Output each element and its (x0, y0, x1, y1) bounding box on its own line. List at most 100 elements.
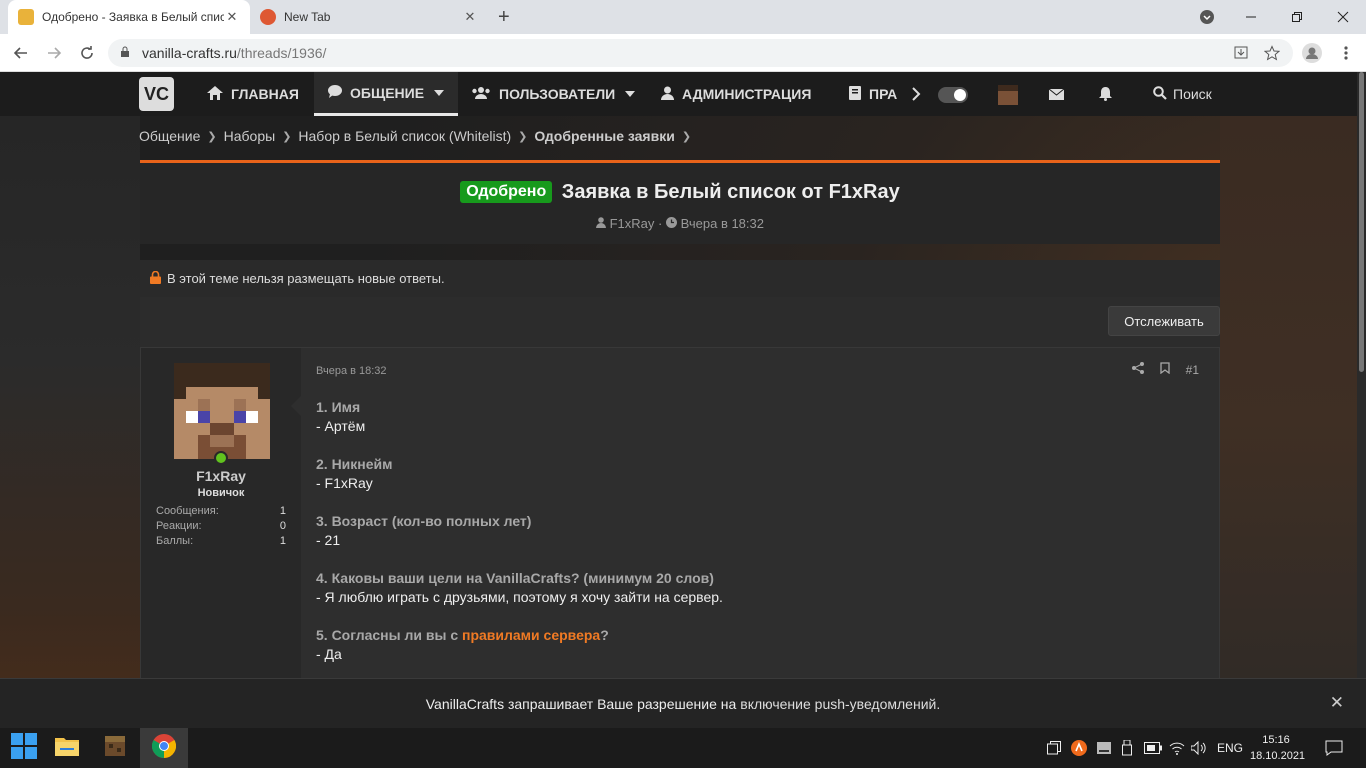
scrollbar-thumb[interactable] (1359, 72, 1364, 372)
clock-icon (666, 216, 681, 231)
question-block: 4. Каковы ваши цели на VanillaCrafts? (м… (316, 569, 1196, 607)
nav-item-home[interactable]: Главная (207, 72, 299, 116)
new-tab-button[interactable]: + (498, 6, 510, 29)
volume-icon[interactable] (1191, 728, 1207, 768)
nav-item-forums[interactable]: Общение (314, 72, 459, 116)
user-stat-label: Баллы: (156, 535, 194, 547)
nav-scroll-right-icon[interactable] (912, 72, 921, 116)
site-logo[interactable]: VC (139, 77, 174, 111)
wifi-icon[interactable] (1169, 728, 1185, 768)
share-icon[interactable] (1131, 362, 1144, 377)
browser-toolbar: vanilla-crafts.ru/threads/1936/ (0, 34, 1366, 72)
server-rules-link[interactable]: правилами сервера (462, 627, 600, 643)
avatar-pixel (198, 423, 210, 435)
restore-icon[interactable] (1274, 0, 1320, 34)
user-avatar-icon[interactable] (998, 85, 1018, 105)
nav-item-members[interactable]: Пользователи (471, 72, 636, 116)
breadcrumb-item[interactable]: Одобренные заявки (534, 128, 674, 144)
question: 5. Согласны ли вы с правилами сервера? (316, 626, 1196, 645)
tab-close-icon[interactable]: ✕ (224, 9, 240, 25)
caret-down-icon[interactable] (625, 88, 636, 100)
post-date[interactable]: Вчера в 18:32 (316, 365, 387, 377)
browser-menu-icon[interactable] (1334, 41, 1358, 65)
avatar-pixel (186, 411, 198, 423)
avatar-pixel (210, 375, 222, 387)
avatar-pixel (174, 387, 186, 399)
forward-arrow-icon[interactable] (42, 41, 66, 65)
system-clock[interactable]: 15:16 18.10.2021 (1250, 732, 1305, 764)
question-block: 3. Возраст (кол-во полных лет) - 21 (316, 512, 1196, 550)
chrome-button[interactable] (140, 728, 188, 768)
user-title: Новичок (197, 487, 245, 499)
bookmark-star-icon[interactable] (1260, 41, 1284, 65)
post-username[interactable]: F1xRay (141, 468, 301, 484)
avatar[interactable] (174, 363, 270, 459)
breadcrumb-item[interactable]: Наборы (224, 128, 276, 144)
profile-avatar-icon[interactable] (1300, 41, 1324, 65)
locked-notice-text: В этой теме нельзя размещать новые ответ… (167, 271, 445, 286)
user-stat-row: Баллы: 1 (156, 535, 286, 547)
address-bar[interactable]: vanilla-crafts.ru/threads/1936/ (108, 39, 1293, 67)
thread-date[interactable]: Вчера в 18:32 (681, 216, 764, 231)
avatar-pixel (186, 363, 198, 375)
back-arrow-icon[interactable] (9, 41, 33, 65)
bell-icon[interactable] (1099, 72, 1112, 116)
task-view-icon[interactable] (1047, 728, 1061, 768)
tab-close-icon[interactable]: ✕ (462, 9, 478, 25)
envelope-icon[interactable] (1049, 72, 1064, 116)
avatar-pixel (222, 435, 234, 447)
nav-item-staff[interactable]: Администрация (661, 72, 811, 116)
file-explorer-button[interactable] (43, 728, 91, 768)
notification-center-icon[interactable] (1325, 728, 1343, 768)
storage-icon[interactable] (1097, 728, 1111, 768)
avatar-pixel (258, 375, 270, 387)
start-button[interactable] (0, 728, 48, 768)
thread-title-text: Заявка в Белый список от F1xRay (561, 181, 900, 203)
avatar-pixel (198, 411, 210, 423)
post-number[interactable]: #1 (1186, 363, 1199, 377)
usb-icon[interactable] (1122, 728, 1132, 768)
chevron-right-icon: ❯ (518, 130, 528, 143)
battery-icon[interactable] (1144, 728, 1162, 768)
avatar-pixel (234, 447, 246, 459)
question: 2. Никнейм (316, 456, 393, 472)
tab-new-tab[interactable]: New Tab ✕ (250, 0, 488, 34)
breadcrumb-item[interactable]: Набор в Белый список (Whitelist) (298, 128, 511, 144)
page-scrollbar[interactable] (1357, 72, 1366, 678)
avatar-pixel (174, 399, 186, 411)
avatar-pixel (246, 435, 258, 447)
nav-item-rules[interactable]: Пра (849, 72, 909, 116)
avatar-pixel (258, 363, 270, 375)
post-user-panel: F1xRay Новичок Сообщения: 1 Реакции: 0 Б… (141, 348, 301, 728)
thread-author[interactable]: F1xRay (610, 216, 655, 231)
avatar-pixel (198, 447, 210, 459)
search-button[interactable]: Поиск (1153, 72, 1212, 116)
avatar-pixel (246, 375, 258, 387)
enable-push-link[interactable]: включение push-уведомлений. (740, 696, 940, 712)
avast-icon[interactable] (1071, 728, 1087, 768)
minecraft-launcher-button[interactable] (91, 728, 139, 768)
profile-menu-icon[interactable] (1184, 0, 1230, 34)
avatar-pixel (186, 447, 198, 459)
vanillacrafts-favicon-icon (18, 9, 34, 25)
theme-toggle[interactable] (938, 87, 968, 103)
reload-icon[interactable] (75, 41, 99, 65)
question-block: 5. Согласны ли вы с правилами сервера? -… (316, 626, 1196, 664)
avatar-pixel (210, 387, 222, 399)
page-title: Одобрено Заявка в Белый список от F1xRay (140, 181, 1220, 204)
minimize-icon[interactable] (1228, 0, 1274, 34)
tab-vanillacrafts[interactable]: Одобрено - Заявка в Белый спис ✕ (8, 0, 250, 34)
close-window-icon[interactable] (1320, 0, 1366, 34)
meta-separator: · (658, 216, 663, 231)
clock-time: 15:16 (1262, 734, 1290, 746)
input-language[interactable]: ENG (1217, 728, 1243, 768)
avatar-pixel (222, 375, 234, 387)
watch-button[interactable]: Отслеживать (1108, 306, 1220, 336)
user-stat-value: 1 (279, 535, 286, 547)
breadcrumb-item[interactable]: Общение (139, 128, 200, 144)
close-banner-button[interactable]: ✕ (1330, 693, 1344, 713)
url-host: vanilla-crafts.ru (142, 45, 237, 61)
bookmark-icon[interactable] (1159, 362, 1170, 377)
caret-down-icon[interactable] (434, 87, 445, 99)
install-app-icon[interactable] (1229, 41, 1253, 65)
